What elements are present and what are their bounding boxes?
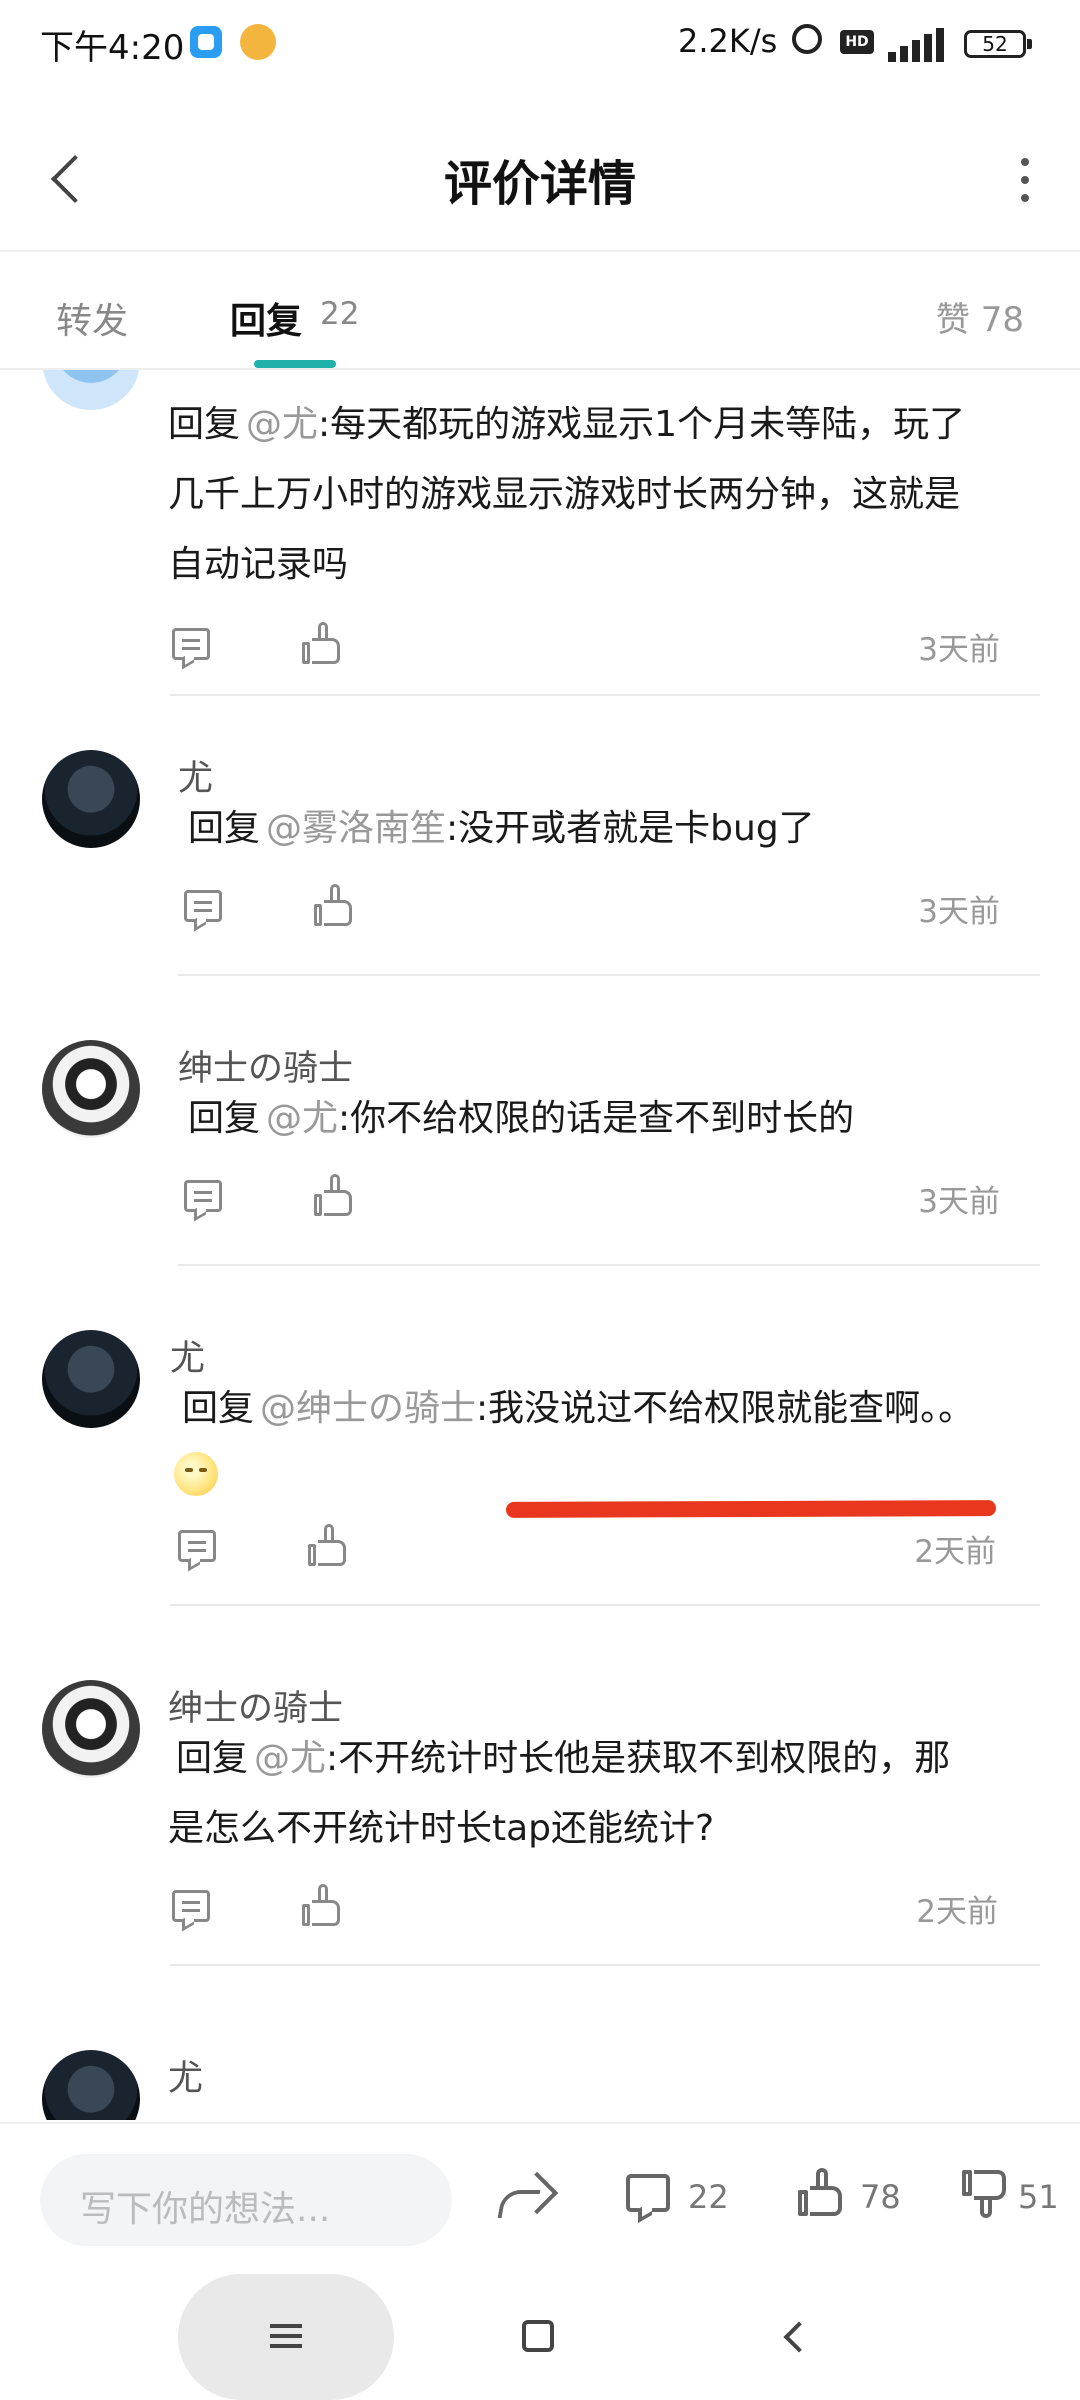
app-notification-icon bbox=[190, 26, 222, 58]
dislike-button[interactable]: 51 bbox=[962, 2168, 1062, 2228]
dislike-count: 51 bbox=[1018, 2178, 1059, 2216]
system-nav-bar bbox=[0, 2274, 1080, 2400]
signal-icon bbox=[888, 22, 952, 62]
reply-content-line: 自动记录吗 bbox=[168, 544, 349, 585]
mention-link[interactable]: @尤 bbox=[266, 1098, 338, 1139]
comment-time: 2天前 bbox=[914, 1534, 996, 1570]
comment-author[interactable]: 尤 bbox=[168, 2050, 203, 2101]
reply-word: 回复 bbox=[176, 1738, 249, 1779]
tab-bar: 转发 回复 22 赞 78 bbox=[0, 252, 1080, 370]
tab-like[interactable]: 赞 78 bbox=[936, 292, 1024, 341]
reply-text-line: :你不给权限的话是查不到时长的 bbox=[338, 1098, 855, 1139]
comment-actions: 3天前 bbox=[170, 620, 1000, 680]
comment-icon[interactable] bbox=[172, 1890, 210, 1922]
reply-content-line: 几千上万小时的游戏显示游戏时长两分钟，这就是 bbox=[168, 474, 961, 515]
avatar[interactable] bbox=[42, 750, 140, 848]
hd-icon: HD bbox=[840, 30, 874, 54]
status-bar: 下午4:20 2.2K/s HD 52 bbox=[0, 0, 1080, 90]
comment-input[interactable]: 写下你的想法... bbox=[40, 2154, 452, 2246]
divider bbox=[178, 974, 1040, 976]
reply-word: 回复 bbox=[188, 1098, 261, 1139]
comment-count: 22 bbox=[688, 2178, 729, 2216]
reply-content: 回复 @尤:每天都玩的游戏显示1个月未等陆，玩了 bbox=[168, 390, 1048, 460]
avatar[interactable] bbox=[42, 370, 140, 410]
bottom-action-bar: 写下你的想法... 22 78 51 bbox=[0, 2122, 1080, 2274]
status-time: 下午4:20 bbox=[40, 28, 185, 68]
avatar[interactable] bbox=[42, 1040, 140, 1138]
thumbs-down-icon bbox=[962, 2170, 1008, 2218]
reply-content: 回复 @尤:你不给权限的话是查不到时长的 bbox=[188, 1084, 1028, 1154]
thumbs-up-icon[interactable] bbox=[302, 1884, 342, 1926]
avatar[interactable] bbox=[42, 2050, 140, 2120]
comment-icon[interactable] bbox=[184, 1180, 222, 1212]
reply-content: 回复 @雾洛南笙:没开或者就是卡bug了 bbox=[188, 794, 1028, 864]
app-header: 评价详情 bbox=[0, 110, 1080, 252]
mention-link[interactable]: @绅士の骑士 bbox=[260, 1388, 476, 1429]
menu-line bbox=[270, 2334, 302, 2338]
reply-text-line: :每天都玩的游戏显示1个月未等陆，玩了 bbox=[318, 404, 966, 445]
mention-link[interactable]: @尤 bbox=[246, 404, 318, 445]
comment-icon bbox=[626, 2174, 670, 2212]
reply-content: 回复 @绅士の骑士:我没说过不给权限就能查啊。。 bbox=[182, 1374, 1042, 1444]
tab-reply-count: 22 bbox=[320, 296, 360, 332]
comment-time: 2天前 bbox=[916, 1894, 998, 1930]
reply-text-line: :没开或者就是卡bug了 bbox=[446, 808, 815, 849]
thumbs-up-icon[interactable] bbox=[302, 622, 342, 664]
more-dot bbox=[1021, 194, 1029, 202]
tab-reply[interactable]: 回复 bbox=[230, 292, 302, 344]
reply-word: 回复 bbox=[168, 404, 241, 445]
comment-input-placeholder: 写下你的想法... bbox=[80, 2189, 331, 2230]
reply-content: 回复 @尤:不开统计时长他是获取不到权限的，那 bbox=[176, 1724, 1046, 1794]
reply-content-line: 是怎么不开统计时长tap还能统计? bbox=[168, 1808, 715, 1849]
comment-time: 3天前 bbox=[918, 632, 1000, 668]
reply-list: 回复 @尤:每天都玩的游戏显示1个月未等陆，玩了 几千上万小时的游戏显示游戏时长两… bbox=[0, 370, 1080, 2120]
avatar[interactable] bbox=[42, 1330, 140, 1428]
page-title: 评价详情 bbox=[443, 156, 636, 212]
comment-actions: 2天前 bbox=[176, 1522, 996, 1582]
alarm-icon bbox=[792, 24, 822, 54]
like-count: 78 bbox=[860, 2178, 901, 2216]
thumbs-up-icon[interactable] bbox=[314, 1174, 354, 1216]
thumbs-up-icon bbox=[798, 2168, 844, 2216]
highlight-underline bbox=[505, 1500, 997, 1518]
share-icon[interactable] bbox=[500, 2172, 556, 2228]
more-options-button[interactable] bbox=[1004, 150, 1044, 210]
home-button[interactable] bbox=[522, 2320, 554, 2352]
comment-icon[interactable] bbox=[178, 1530, 216, 1562]
tab-active-indicator bbox=[254, 360, 336, 368]
thumbs-up-icon[interactable] bbox=[308, 1524, 348, 1566]
comment-icon[interactable] bbox=[172, 628, 210, 660]
menu-button[interactable] bbox=[178, 2274, 394, 2400]
like-button[interactable]: 78 bbox=[798, 2168, 908, 2228]
comment-time: 3天前 bbox=[918, 894, 1000, 930]
mention-link[interactable]: @雾洛南笙 bbox=[266, 808, 446, 849]
comment-actions: 3天前 bbox=[182, 882, 1000, 942]
more-dot bbox=[1021, 176, 1029, 184]
network-speed: 2.2K/s bbox=[678, 22, 778, 60]
reply-word: 回复 bbox=[182, 1388, 255, 1429]
divider bbox=[170, 1964, 1040, 1966]
reply-text-line: :我没说过不给权限就能查啊。。 bbox=[476, 1388, 975, 1429]
mention-link[interactable]: @尤 bbox=[254, 1738, 326, 1779]
more-vertical-icon bbox=[1021, 158, 1029, 166]
comment-time: 3天前 bbox=[918, 1184, 1000, 1220]
divider bbox=[178, 1264, 1040, 1266]
divider bbox=[170, 1604, 1040, 1606]
game-notification-icon bbox=[240, 24, 276, 60]
battery-icon: 52 bbox=[964, 30, 1032, 58]
avatar[interactable] bbox=[42, 1680, 140, 1778]
smile-emoji-icon bbox=[174, 1452, 218, 1496]
comment-count-button[interactable]: 22 bbox=[626, 2168, 736, 2228]
reply-text-line: :不开统计时长他是获取不到权限的，那 bbox=[326, 1738, 951, 1779]
menu-line bbox=[270, 2344, 302, 2348]
thumbs-up-icon[interactable] bbox=[314, 884, 354, 926]
comment-actions: 2天前 bbox=[170, 1882, 998, 1942]
comment-actions: 3天前 bbox=[182, 1172, 1000, 1232]
reply-word: 回复 bbox=[188, 808, 261, 849]
menu-icon bbox=[270, 2324, 302, 2328]
nav-back-button[interactable] bbox=[778, 2320, 812, 2354]
comment-icon[interactable] bbox=[184, 890, 222, 922]
tab-forward[interactable]: 转发 bbox=[56, 292, 128, 344]
divider bbox=[170, 694, 1040, 696]
